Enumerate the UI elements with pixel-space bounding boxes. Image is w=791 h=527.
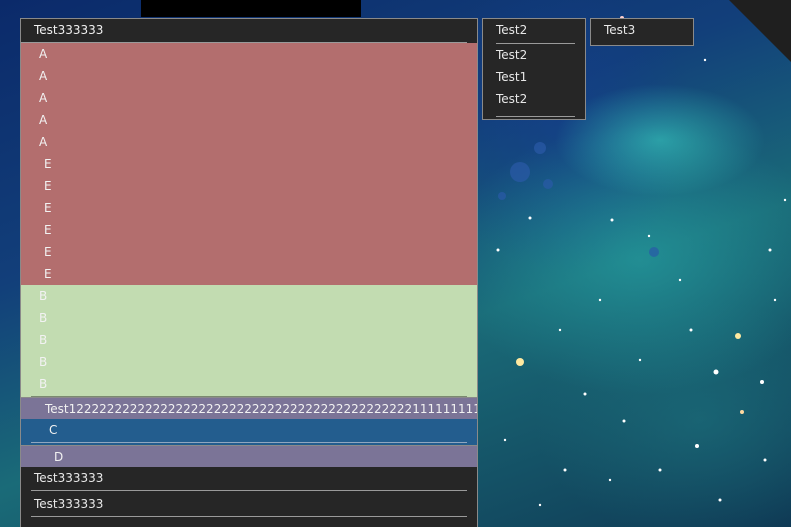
list-item-b[interactable]: B — [21, 351, 477, 373]
red-group: A A A A A E E E E E E — [21, 43, 477, 285]
list-item-b[interactable]: B — [21, 329, 477, 351]
list-item-c[interactable]: C — [21, 419, 477, 445]
list-item-b[interactable]: B — [21, 373, 477, 397]
list-item-e[interactable]: E — [21, 263, 477, 285]
small-panel-button[interactable]: Test3 — [590, 18, 694, 46]
dropdown-panel[interactable]: Test2 Test2 Test1 Test2 — [482, 18, 586, 120]
dropdown-header[interactable]: Test2 — [496, 19, 575, 44]
list-item-d[interactable]: D — [21, 445, 477, 467]
footer-item[interactable]: Test333333 — [21, 493, 477, 519]
main-list-panel[interactable]: Test333333 A A A A A E E E E E E B B B B… — [20, 18, 478, 527]
corner-decoration — [729, 0, 791, 62]
list-item-long-test[interactable]: Test122222222222222222222222222222222222… — [21, 397, 477, 419]
dropdown-divider — [496, 110, 575, 117]
list-item-b[interactable]: B — [21, 307, 477, 329]
list-item-e[interactable]: E — [21, 175, 477, 197]
list-item-e[interactable]: E — [21, 153, 477, 175]
footer-item[interactable]: Test333333 — [21, 467, 477, 493]
list-item-a[interactable]: A — [21, 87, 477, 109]
top-bar-strip — [141, 0, 361, 17]
list-item-a[interactable]: A — [21, 43, 477, 65]
list-item-e[interactable]: E — [21, 197, 477, 219]
dropdown-item[interactable]: Test2 — [496, 44, 585, 66]
list-item-a[interactable]: A — [21, 109, 477, 131]
list-item-a[interactable]: A — [21, 65, 477, 87]
list-item-a[interactable]: A — [21, 131, 477, 153]
list-item-b[interactable]: B — [21, 285, 477, 307]
list-item-e[interactable]: E — [21, 219, 477, 241]
main-panel-header[interactable]: Test333333 — [21, 19, 467, 43]
green-group: B B B B B — [21, 285, 477, 397]
dropdown-item[interactable]: Test2 — [496, 88, 585, 110]
list-item-e[interactable]: E — [21, 241, 477, 263]
dropdown-item[interactable]: Test1 — [496, 66, 585, 88]
